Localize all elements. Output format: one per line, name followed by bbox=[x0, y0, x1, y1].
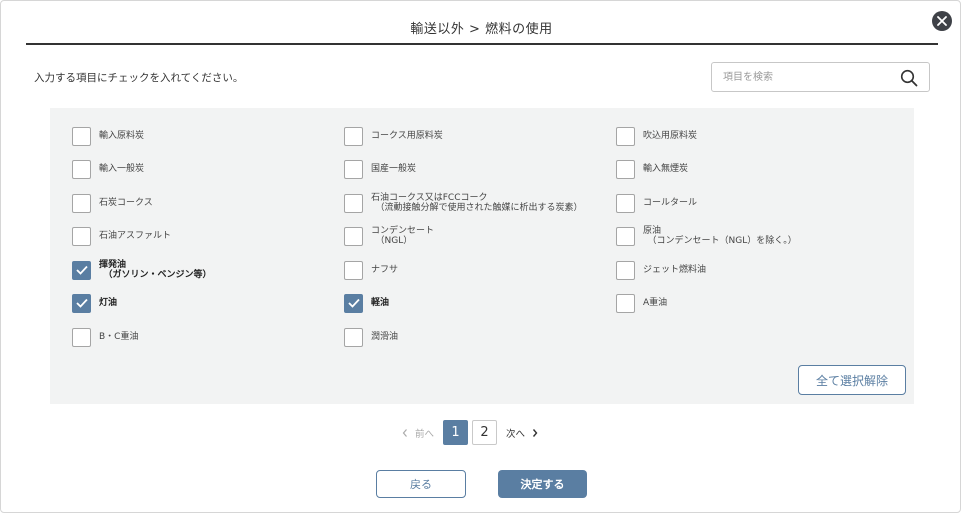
fuel-checkbox[interactable] bbox=[72, 226, 91, 246]
confirm-button[interactable]: 決定する bbox=[498, 470, 587, 498]
fuel-option[interactable]: 輸入一般炭 bbox=[72, 158, 144, 180]
check-icon bbox=[75, 298, 88, 308]
fuel-label: 石油コークス又はFCCコーク （流動接触分解で使用された触媒に析出する炭素） bbox=[371, 193, 583, 213]
fuel-options-panel bbox=[50, 108, 914, 404]
fuel-checkbox[interactable] bbox=[72, 293, 91, 313]
fuel-checkbox[interactable] bbox=[72, 159, 91, 179]
search-box bbox=[711, 62, 930, 92]
fuel-label: コールタール bbox=[643, 198, 698, 208]
fuel-option[interactable]: 輸入無煙炭 bbox=[616, 158, 688, 180]
fuel-label: 潤滑油 bbox=[371, 332, 399, 342]
fuel-option[interactable]: コールタール bbox=[616, 192, 697, 214]
fuel-option[interactable]: 石油コークス又はFCCコーク （流動接触分解で使用された触媒に析出する炭素） bbox=[344, 192, 583, 214]
prev-label: 前へ bbox=[415, 428, 435, 440]
dialog-title: 輸送以外 > 燃料の使用 bbox=[410, 22, 553, 37]
fuel-checkbox[interactable] bbox=[616, 159, 635, 179]
fuel-label: 灯油 bbox=[99, 298, 118, 308]
fuel-label: 揮発油 （ガソリン・ベンジン等） bbox=[99, 260, 212, 280]
fuel-label: 輸入原料炭 bbox=[99, 131, 145, 141]
check-icon bbox=[347, 298, 360, 308]
fuel-checkbox[interactable] bbox=[344, 327, 363, 347]
fuel-option[interactable]: 輸入原料炭 bbox=[72, 125, 144, 147]
instruction-text: 入力する項目にチェックを入れてください。 bbox=[34, 72, 244, 84]
fuel-checkbox[interactable] bbox=[344, 126, 363, 146]
fuel-option[interactable]: ナフサ bbox=[344, 259, 398, 281]
fuel-label: A重油 bbox=[643, 298, 668, 308]
fuel-checkbox[interactable] bbox=[344, 193, 363, 213]
fuel-label: 軽油 bbox=[371, 298, 390, 308]
fuel-selection-dialog: 輸送以外 > 燃料の使用 入力する項目にチェックを入れてください。 輸入原料炭コ… bbox=[0, 0, 961, 513]
search-icon[interactable] bbox=[900, 69, 918, 87]
fuel-checkbox[interactable] bbox=[616, 260, 635, 280]
fuel-label: 輸入無煙炭 bbox=[643, 164, 689, 174]
fuel-checkbox[interactable] bbox=[616, 126, 635, 146]
fuel-checkbox[interactable] bbox=[616, 193, 635, 213]
fuel-option[interactable]: 原油 （コンデンセート（NGL）を除く。） bbox=[616, 225, 797, 247]
fuel-option[interactable]: 国産一般炭 bbox=[344, 158, 416, 180]
next-page-button[interactable]: 次へ bbox=[506, 426, 539, 440]
page-1-button[interactable]: 1 bbox=[443, 420, 469, 445]
fuel-option[interactable]: 潤滑油 bbox=[344, 326, 398, 348]
fuel-option[interactable]: 揮発油 （ガソリン・ベンジン等） bbox=[72, 259, 212, 281]
fuel-checkbox[interactable] bbox=[344, 159, 363, 179]
close-button[interactable] bbox=[932, 11, 952, 31]
fuel-checkbox[interactable] bbox=[344, 293, 363, 313]
next-label: 次へ bbox=[506, 428, 526, 440]
check-icon bbox=[75, 265, 88, 275]
chevron-left-icon bbox=[402, 428, 407, 437]
fuel-checkbox[interactable] bbox=[344, 260, 363, 280]
fuel-checkbox[interactable] bbox=[616, 226, 635, 246]
fuel-label: コンデンセート （NGL） bbox=[371, 226, 435, 246]
fuel-option[interactable]: 石炭コークス bbox=[72, 192, 153, 214]
chevron-right-icon bbox=[532, 428, 538, 437]
close-icon bbox=[937, 16, 947, 26]
fuel-label: 国産一般炭 bbox=[371, 164, 417, 174]
fuel-checkbox[interactable] bbox=[616, 293, 635, 313]
fuel-option[interactable]: A重油 bbox=[616, 292, 667, 314]
fuel-option[interactable]: 石油アスファルト bbox=[72, 225, 171, 247]
fuel-option[interactable]: 軽油 bbox=[344, 292, 389, 314]
clear-all-button[interactable]: 全て選択解除 bbox=[798, 365, 906, 395]
fuel-checkbox[interactable] bbox=[72, 193, 91, 213]
fuel-option[interactable]: B・C重油 bbox=[72, 326, 138, 348]
fuel-label: 石油アスファルト bbox=[99, 231, 172, 241]
prev-page-button[interactable]: 前へ bbox=[401, 426, 434, 440]
fuel-label: 輸入一般炭 bbox=[99, 164, 145, 174]
fuel-checkbox[interactable] bbox=[72, 327, 91, 347]
fuel-option[interactable]: コンデンセート （NGL） bbox=[344, 225, 434, 247]
fuel-label: 石炭コークス bbox=[99, 198, 153, 208]
fuel-option[interactable]: ジェット燃料油 bbox=[616, 259, 706, 281]
fuel-option[interactable]: 吹込用原料炭 bbox=[616, 125, 697, 147]
fuel-option[interactable]: 灯油 bbox=[72, 292, 117, 314]
page-2-button[interactable]: 2 bbox=[472, 420, 498, 445]
fuel-checkbox[interactable] bbox=[72, 260, 91, 280]
fuel-label: B・C重油 bbox=[99, 332, 139, 342]
fuel-checkbox[interactable] bbox=[72, 126, 91, 146]
fuel-label: コークス用原料炭 bbox=[371, 131, 443, 141]
fuel-label: ナフサ bbox=[371, 265, 399, 275]
fuel-checkbox[interactable] bbox=[344, 226, 363, 246]
search-input[interactable] bbox=[712, 63, 892, 91]
fuel-label: 原油 （コンデンセート（NGL）を除く。） bbox=[643, 226, 797, 246]
pagination: 前へ 1 2 次へ bbox=[401, 420, 539, 445]
fuel-label: ジェット燃料油 bbox=[643, 265, 707, 275]
fuel-label: 吹込用原料炭 bbox=[643, 131, 698, 141]
title-divider bbox=[26, 43, 938, 45]
fuel-option[interactable]: コークス用原料炭 bbox=[344, 125, 443, 147]
back-button[interactable]: 戻る bbox=[376, 470, 466, 498]
